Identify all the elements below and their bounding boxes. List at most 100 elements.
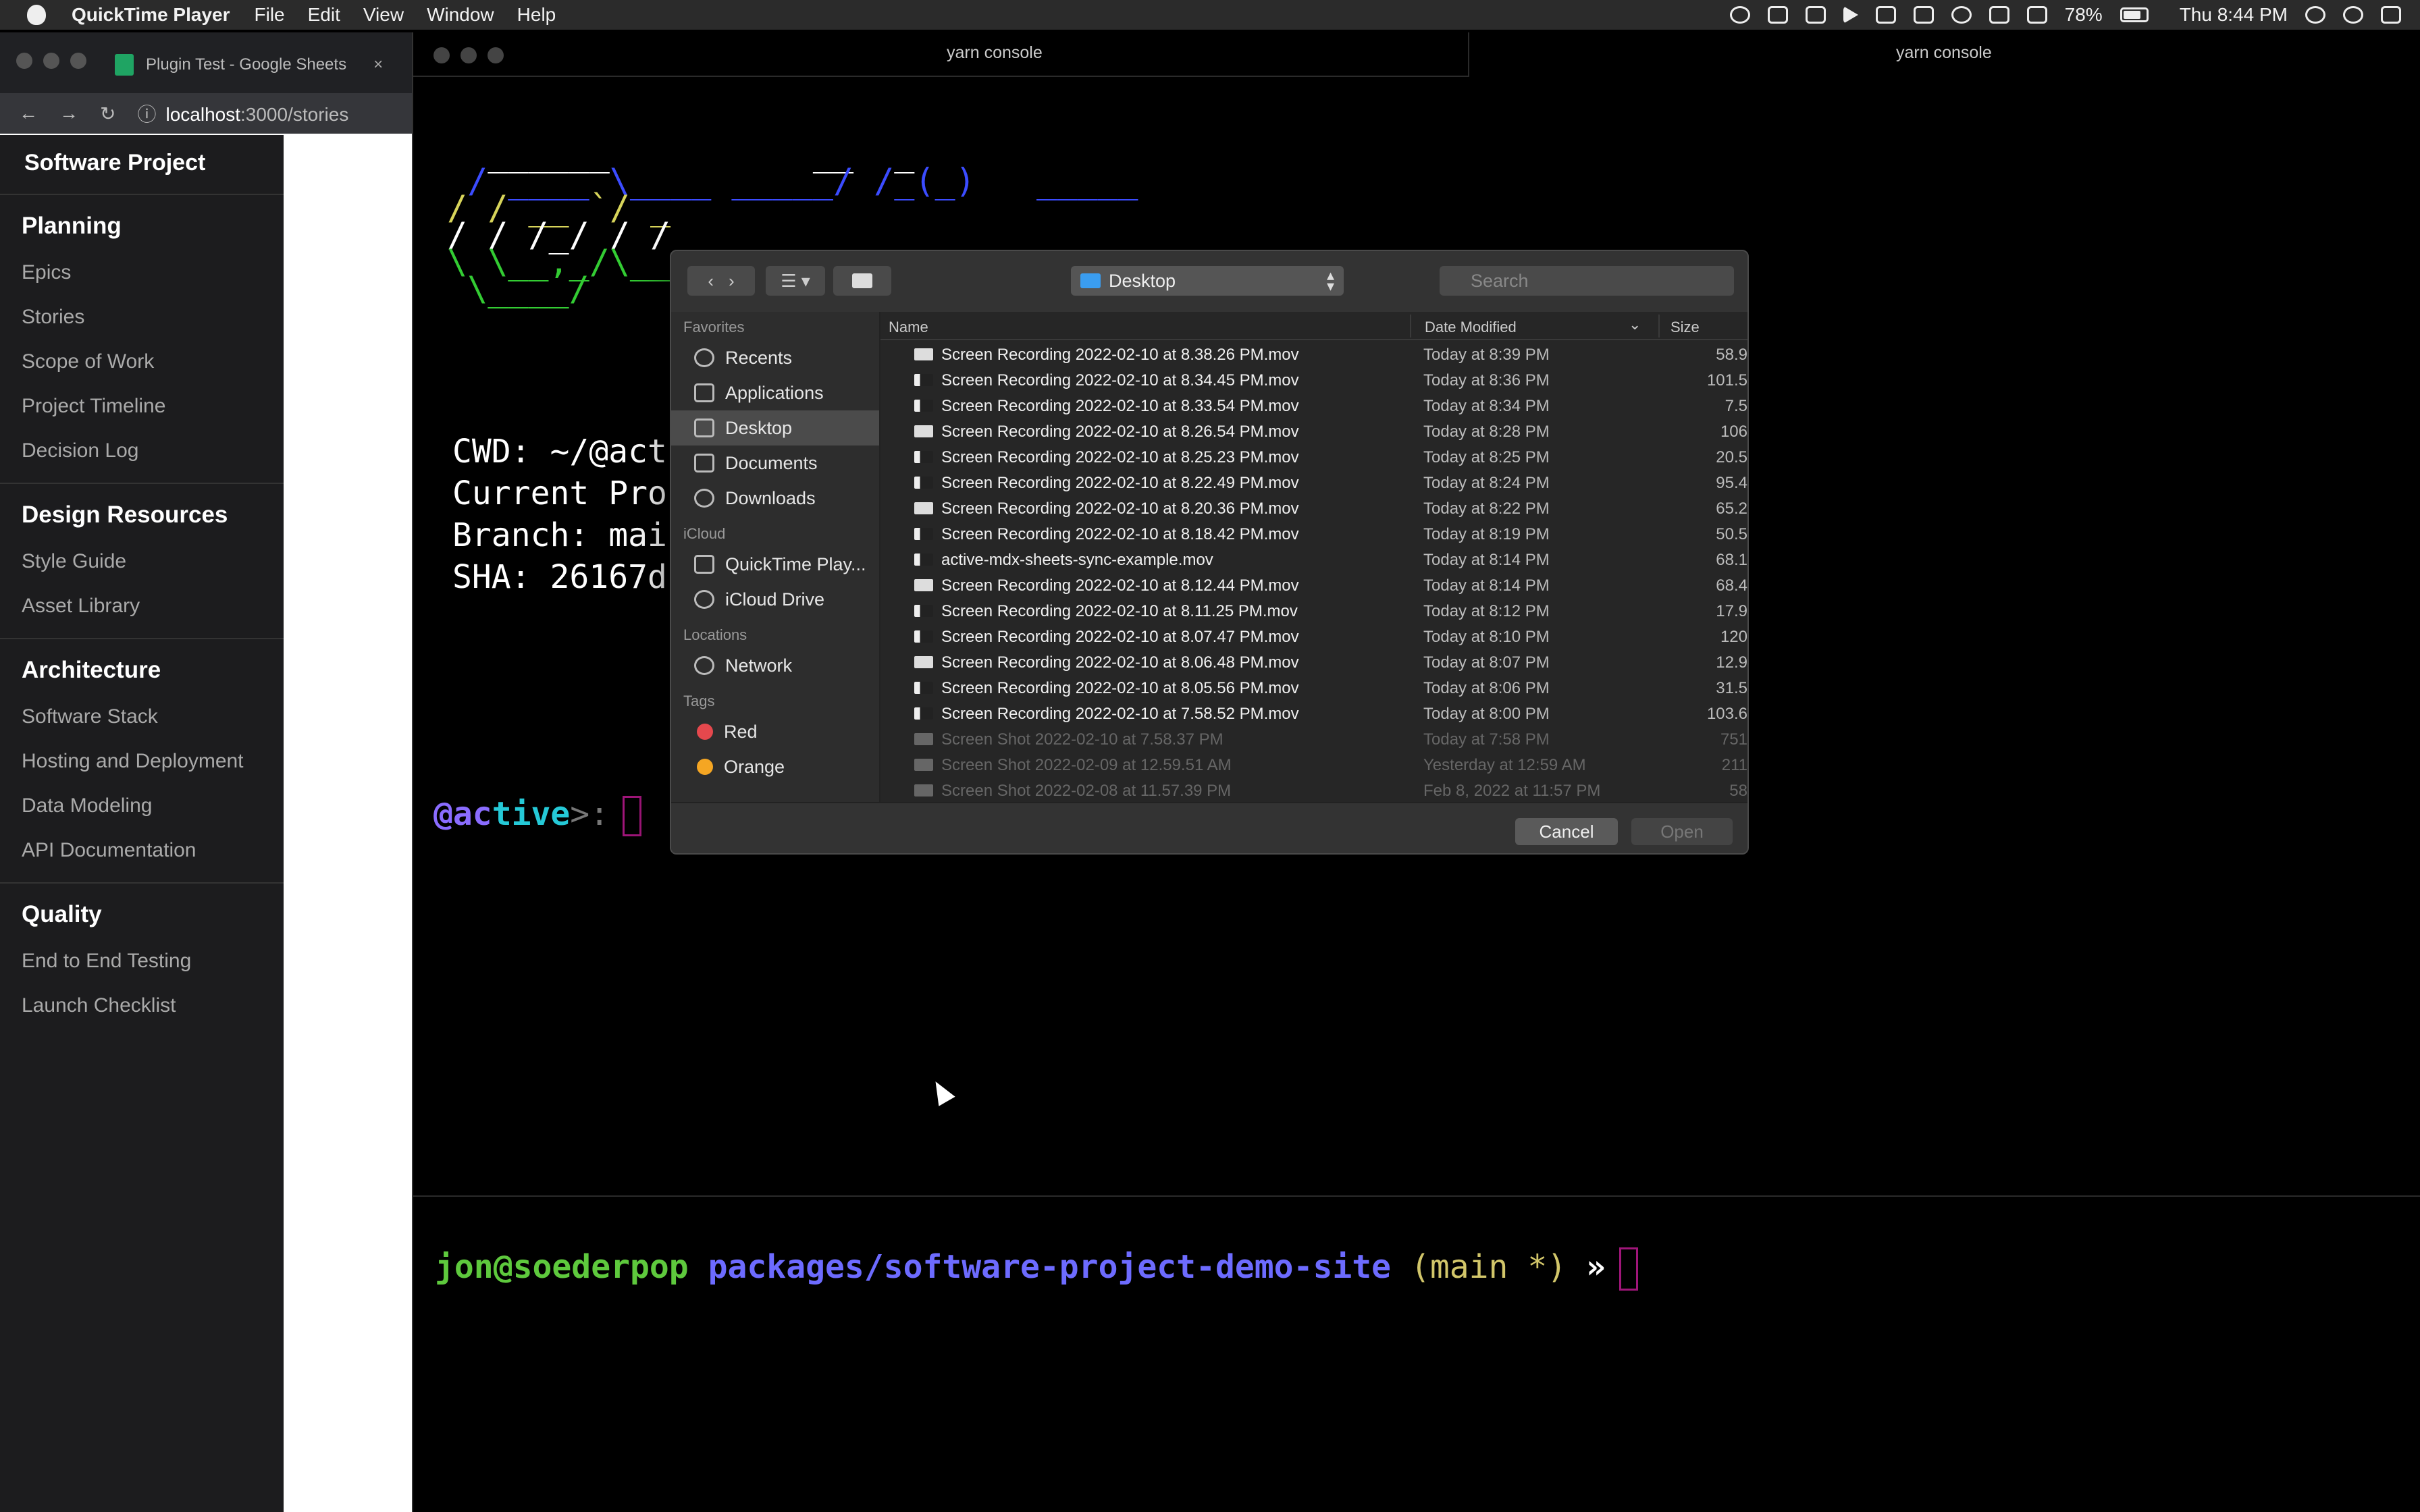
sidebar-item-recents[interactable]: Recents — [671, 340, 879, 375]
file-row[interactable]: Screen Recording 2022-02-10 at 8.33.54 P… — [880, 393, 1747, 418]
chevron-down-icon[interactable]: ⌄ — [1629, 316, 1641, 333]
shell-prompt[interactable]: jon@soederpop packages/software-project-… — [435, 1247, 1638, 1291]
column-date-modified[interactable]: Date Modified — [1425, 319, 1517, 336]
terminal-zoom-button[interactable] — [488, 47, 504, 63]
menu-file[interactable]: File — [255, 4, 285, 26]
cancel-button[interactable]: Cancel — [1515, 818, 1618, 845]
file-row[interactable]: active-mdx-sheets-sync-example.mov Today … — [880, 547, 1747, 572]
sidebar-item-api-documentation[interactable]: API Documentation — [0, 831, 284, 875]
sidebar-item-scope-of-work[interactable]: Scope of Work — [0, 342, 284, 387]
display-icon[interactable] — [1989, 6, 2009, 24]
media-play-icon[interactable] — [1843, 6, 1858, 24]
sidebar-item-desktop[interactable]: Desktop — [671, 410, 879, 446]
siri-icon[interactable] — [2343, 6, 2363, 24]
info-icon[interactable]: ⓘ — [137, 104, 156, 125]
browser-tab[interactable]: Plugin Test - Google Sheets × — [115, 46, 383, 84]
sidebar-item-epics[interactable]: Epics — [0, 253, 284, 298]
sidebar-item-icloud-drive[interactable]: iCloud Drive — [671, 582, 879, 617]
sidebar-item-data-modeling[interactable]: Data Modeling — [0, 786, 284, 831]
sidebar-item-quicktime[interactable]: QuickTime Play... — [671, 547, 879, 582]
sidebar-item-style-guide[interactable]: Style Guide — [0, 542, 284, 587]
sidebar-item-decision-log[interactable]: Decision Log — [0, 431, 284, 476]
spotlight-search-icon[interactable] — [2305, 6, 2325, 24]
new-folder-button[interactable] — [833, 266, 891, 296]
app-menu[interactable]: QuickTime Player — [72, 4, 230, 26]
section-planning[interactable]: Planning — [0, 195, 284, 253]
sidebar-item-end-to-end-testing[interactable]: End to End Testing — [0, 942, 284, 986]
bluetooth-icon[interactable] — [1913, 6, 1934, 24]
file-row[interactable]: Screen Recording 2022-02-10 at 8.05.56 P… — [880, 675, 1747, 701]
notification-center-icon[interactable] — [2381, 6, 2401, 24]
menu-window[interactable]: Window — [427, 4, 494, 26]
nav-back-forward[interactable]: ‹ › — [687, 266, 755, 296]
sidebar-item-stories[interactable]: Stories — [0, 298, 284, 342]
volume-icon[interactable] — [2026, 6, 2047, 24]
file-row[interactable]: Screen Recording 2022-02-10 at 8.07.47 P… — [880, 624, 1747, 649]
chevron-right-icon[interactable]: › — [729, 271, 735, 292]
file-row[interactable]: Screen Recording 2022-02-10 at 8.06.48 P… — [880, 649, 1747, 675]
sidebar-item-tag-red[interactable]: Red — [671, 714, 879, 749]
tab-close-icon[interactable]: × — [373, 55, 383, 74]
sidebar-item-launch-checklist[interactable]: Launch Checklist — [0, 986, 284, 1031]
terminal-close-button[interactable] — [433, 47, 450, 63]
window-close-button[interactable] — [16, 53, 32, 69]
back-icon[interactable]: ← — [19, 103, 38, 124]
console-prompt[interactable]: @active>: — [433, 795, 642, 836]
wifi-icon[interactable] — [1951, 6, 1972, 24]
file-row[interactable]: Screen Recording 2022-02-10 at 8.18.42 P… — [880, 521, 1747, 547]
search-input[interactable] — [1440, 266, 1734, 296]
file-row[interactable]: Screen Recording 2022-02-10 at 8.12.44 P… — [880, 572, 1747, 598]
view-options-button[interactable]: ☰ ▾ — [766, 266, 825, 296]
file-row[interactable]: Screen Recording 2022-02-10 at 8.25.23 P… — [880, 444, 1747, 470]
location-popup[interactable]: Desktop ▴ ▾ — [1071, 266, 1344, 296]
section-architecture[interactable]: Architecture — [0, 639, 284, 697]
sidebar-item-software-stack[interactable]: Software Stack — [0, 697, 284, 742]
window-zoom-button[interactable] — [70, 53, 86, 69]
column-divider[interactable] — [1658, 315, 1660, 338]
file-row[interactable]: Screen Shot 2022-02-10 at 7.58.37 PM Toda… — [880, 726, 1747, 752]
menu-help[interactable]: Help — [517, 4, 556, 26]
file-row[interactable]: Screen Shot 2022-02-09 at 12.59.51 AM Yes… — [880, 752, 1747, 778]
window-minimize-button[interactable] — [43, 53, 59, 69]
sidebar-item-hosting-deployment[interactable]: Hosting and Deployment — [0, 742, 284, 786]
open-button[interactable]: Open — [1631, 818, 1733, 845]
menu-edit[interactable]: Edit — [308, 4, 340, 26]
movie-file-icon — [914, 425, 933, 437]
menu-clock[interactable]: Thu 8:44 PM — [2180, 4, 2288, 26]
file-row[interactable]: Screen Recording 2022-02-10 at 8.11.25 P… — [880, 598, 1747, 624]
section-design-resources[interactable]: Design Resources — [0, 484, 284, 542]
terminal-tab-left[interactable]: yarn console — [413, 32, 1469, 77]
sidebar-item-asset-library[interactable]: Asset Library — [0, 587, 284, 631]
tree-app-icon[interactable] — [1767, 6, 1788, 24]
sidebar-item-documents[interactable]: Documents — [671, 446, 879, 481]
sidebar-item-downloads[interactable]: Downloads — [671, 481, 879, 516]
file-row[interactable]: Screen Recording 2022-02-10 at 8.38.26 P… — [880, 342, 1747, 367]
file-row[interactable]: Screen Recording 2022-02-10 at 8.20.36 P… — [880, 495, 1747, 521]
file-row[interactable]: Screen Recording 2022-02-10 at 8.22.49 P… — [880, 470, 1747, 495]
sidebar-item-tag-orange[interactable]: Orange — [671, 749, 879, 784]
column-size[interactable]: Size — [1671, 319, 1700, 336]
airplay-icon[interactable] — [1875, 6, 1896, 24]
docker-icon[interactable] — [1805, 6, 1826, 24]
pane-divider[interactable] — [413, 1195, 2420, 1197]
screen-record-stop-icon[interactable] — [1729, 6, 1750, 24]
url-field[interactable]: ⓘ localhost:3000/stories — [137, 100, 348, 127]
sidebar-item-applications[interactable]: Applications — [671, 375, 879, 410]
terminal-minimize-button[interactable] — [461, 47, 477, 63]
sidebar-item-network[interactable]: Network — [671, 648, 879, 683]
sidebar-item-project-timeline[interactable]: Project Timeline — [0, 387, 284, 431]
section-quality[interactable]: Quality — [0, 884, 284, 942]
menu-view[interactable]: View — [363, 4, 404, 26]
file-row[interactable]: Screen Recording 2022-02-10 at 7.58.52 P… — [880, 701, 1747, 726]
battery-icon[interactable] — [2120, 7, 2149, 22]
apple-menu-icon[interactable] — [27, 5, 46, 25]
forward-icon[interactable]: → — [59, 103, 78, 124]
file-row[interactable]: Screen Recording 2022-02-10 at 8.26.54 P… — [880, 418, 1747, 444]
column-name[interactable]: Name — [889, 319, 928, 336]
chevron-left-icon[interactable]: ‹ — [708, 271, 714, 292]
project-title[interactable]: Software Project — [0, 135, 284, 195]
reload-icon[interactable]: ↻ — [100, 103, 115, 125]
file-row[interactable]: Screen Recording 2022-02-10 at 8.34.45 P… — [880, 367, 1747, 393]
column-divider[interactable] — [1410, 315, 1411, 338]
file-row[interactable]: Screen Shot 2022-02-08 at 11.57.39 PM Feb… — [880, 778, 1747, 802]
